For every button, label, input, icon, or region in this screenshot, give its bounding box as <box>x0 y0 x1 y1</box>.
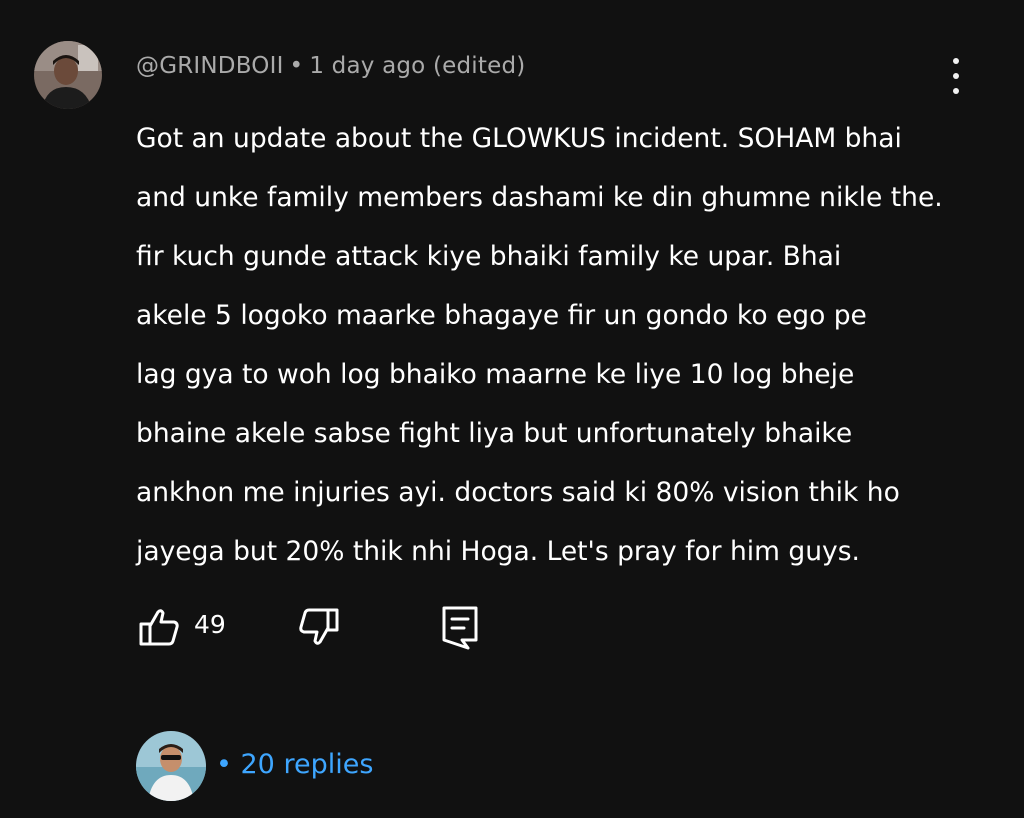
kebab-dot <box>953 88 959 94</box>
comment-text: Got an update about the GLOWKUS incident… <box>136 123 943 567</box>
thumbs-down-icon <box>299 608 339 645</box>
meta-separator: • <box>289 53 304 79</box>
like-button[interactable] <box>136 604 182 654</box>
more-vertical-icon[interactable] <box>944 58 968 94</box>
replies-count-link[interactable]: • 20 replies <box>216 749 373 780</box>
like-count: 49 <box>194 610 226 639</box>
comment-icon <box>442 606 478 650</box>
kebab-dot <box>953 73 959 79</box>
dislike-button[interactable] <box>296 604 342 654</box>
thumbs-up-icon <box>139 609 179 646</box>
reply-button[interactable] <box>440 604 480 654</box>
author-avatar[interactable] <box>34 41 102 109</box>
comment-time: 1 day ago (edited) <box>309 53 526 79</box>
kebab-dot <box>953 58 959 64</box>
comment-card: @GRINDBOII • 1 day ago (edited) Got an upd… <box>0 0 1024 818</box>
reply-author-avatar <box>136 731 206 801</box>
author-name[interactable]: @GRINDBOII <box>136 53 284 79</box>
comment-meta: @GRINDBOII • 1 day ago (edited) <box>136 53 525 79</box>
